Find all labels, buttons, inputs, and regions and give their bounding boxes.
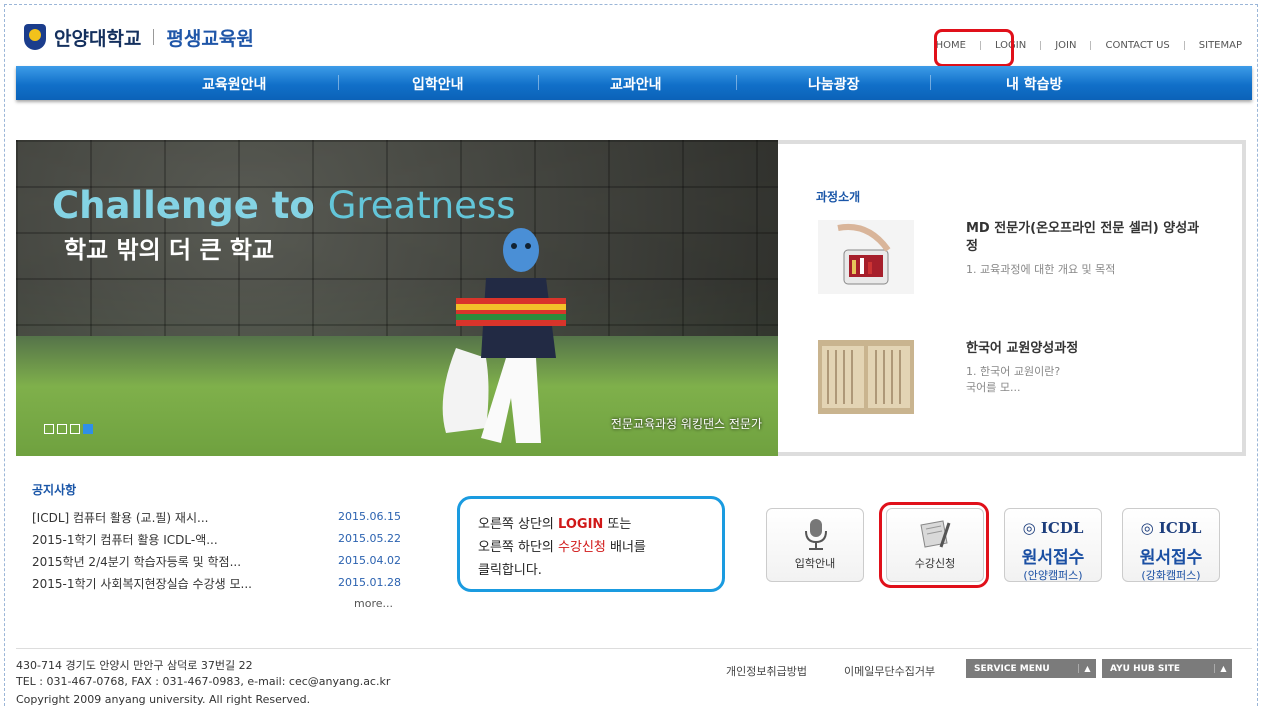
icdl-logo-icon: ◎ ICDL xyxy=(1140,519,1202,537)
course-intro-panel: 과정소개 MD 전문가(온오프라인 전문 셀러) 양성과정 1. 교육과정에 대… xyxy=(778,140,1246,456)
nav-admission[interactable]: 입학안내 xyxy=(412,74,464,94)
microphone-icon xyxy=(805,519,827,550)
notice-item[interactable]: 2015-1학기 사회복지현장실습 수강생 모... xyxy=(32,575,252,592)
slide-dot[interactable] xyxy=(70,424,80,434)
chevron-up-icon: ▲ xyxy=(1214,664,1232,673)
privacy-link[interactable]: 개인정보취급방법 xyxy=(726,663,807,679)
admission-banner[interactable]: 입학안내 xyxy=(766,508,864,582)
footer-copyright: Copyright 2009 anyang university. All ri… xyxy=(16,693,311,706)
site-logo[interactable]: 안양대학교 평생교육원 xyxy=(24,22,254,52)
enroll-highlight-box xyxy=(879,502,989,588)
contact-link[interactable]: CONTACT US xyxy=(1091,40,1183,51)
email-refuse-link[interactable]: 이메일무단수집거부 xyxy=(844,663,935,679)
login-highlight-box xyxy=(934,29,1014,67)
slide-dot-active[interactable] xyxy=(83,424,93,434)
chevron-up-icon: ▲ xyxy=(1078,664,1096,673)
korean-course-thumbnail[interactable] xyxy=(818,340,914,414)
nav-my-study[interactable]: 내 학습방 xyxy=(1006,74,1062,94)
mask-dancer-image xyxy=(442,228,566,443)
instruction-callout: 오른쪽 상단의 LOGIN 또는 오른쪽 하단의 수강신청 배너를 클릭합니다. xyxy=(457,496,725,592)
university-name: 안양대학교 xyxy=(54,27,142,50)
course-intro-heading: 과정소개 xyxy=(816,190,861,204)
korean-course-title[interactable]: 한국어 교원양성과정 xyxy=(966,340,1206,358)
university-emblem-icon xyxy=(24,24,46,50)
notice-heading: 공지사항 xyxy=(32,483,77,497)
nav-institute-info[interactable]: 교육원안내 xyxy=(202,74,266,94)
notice-more-link[interactable]: more... xyxy=(354,597,393,610)
notice-date: 2015.01.28 xyxy=(338,576,401,589)
nav-community[interactable]: 나눔광장 xyxy=(808,74,860,94)
service-menu-select[interactable]: SERVICE MENU ▲ xyxy=(966,659,1096,678)
md-course-desc: 1. 교육과정에 대한 개요 및 목적 xyxy=(966,263,1116,276)
notice-item[interactable]: 2015-1학기 컴퓨터 활용 ICDL-액... xyxy=(32,531,218,548)
slide-dot[interactable] xyxy=(57,424,67,434)
footer-contact: TEL : 031-467-0768, FAX : 031-467-0983, … xyxy=(16,675,391,688)
md-course-thumbnail[interactable] xyxy=(818,220,914,294)
join-link[interactable]: JOIN xyxy=(1041,40,1090,51)
hero-caption: 전문교육과정 워킹댄스 전문가 xyxy=(610,417,762,431)
hero-subtitle: 학교 밖의 더 큰 학교 xyxy=(64,236,275,264)
md-course-title[interactable]: MD 전문가(온오프라인 전문 셀러) 양성과정 xyxy=(966,220,1206,256)
institute-name: 평생교육원 xyxy=(166,27,254,50)
notice-date: 2015.06.15 xyxy=(338,510,401,523)
notice-date: 2015.04.02 xyxy=(338,554,401,567)
icdl-logo-icon: ◎ ICDL xyxy=(1022,519,1084,537)
hero-banner[interactable]: Challenge to Greatness 학교 밖의 더 큰 학교 전문교육… xyxy=(16,140,778,456)
notice-item[interactable]: [ICDL] 컴퓨터 활용 (교.필) 재시... xyxy=(32,509,208,526)
slide-indicators xyxy=(44,424,93,434)
hub-site-select[interactable]: AYU HUB SITE ▲ xyxy=(1102,659,1232,678)
sitemap-link[interactable]: SITEMAP xyxy=(1185,40,1242,51)
icdl-ganghwa-banner[interactable]: ◎ ICDL 원서접수 (강화캠퍼스) xyxy=(1122,508,1220,582)
notice-item[interactable]: 2015학년 2/4분기 학습자등록 및 학점... xyxy=(32,553,241,570)
icdl-anyang-banner[interactable]: ◎ ICDL 원서접수 (안양캠퍼스) xyxy=(1004,508,1102,582)
main-nav: 교육원안내 입학안내 교과안내 나눔광장 내 학습방 xyxy=(16,66,1252,100)
notice-date: 2015.05.22 xyxy=(338,532,401,545)
nav-curriculum[interactable]: 교과안내 xyxy=(610,74,662,94)
admission-label: 입학안내 xyxy=(794,557,836,570)
footer-address: 430-714 경기도 안양시 만안구 삼덕로 37번길 22 xyxy=(16,659,253,672)
korean-course-desc: 1. 한국어 교원이란? 국어를 모... xyxy=(966,365,1061,394)
slide-dot[interactable] xyxy=(44,424,54,434)
